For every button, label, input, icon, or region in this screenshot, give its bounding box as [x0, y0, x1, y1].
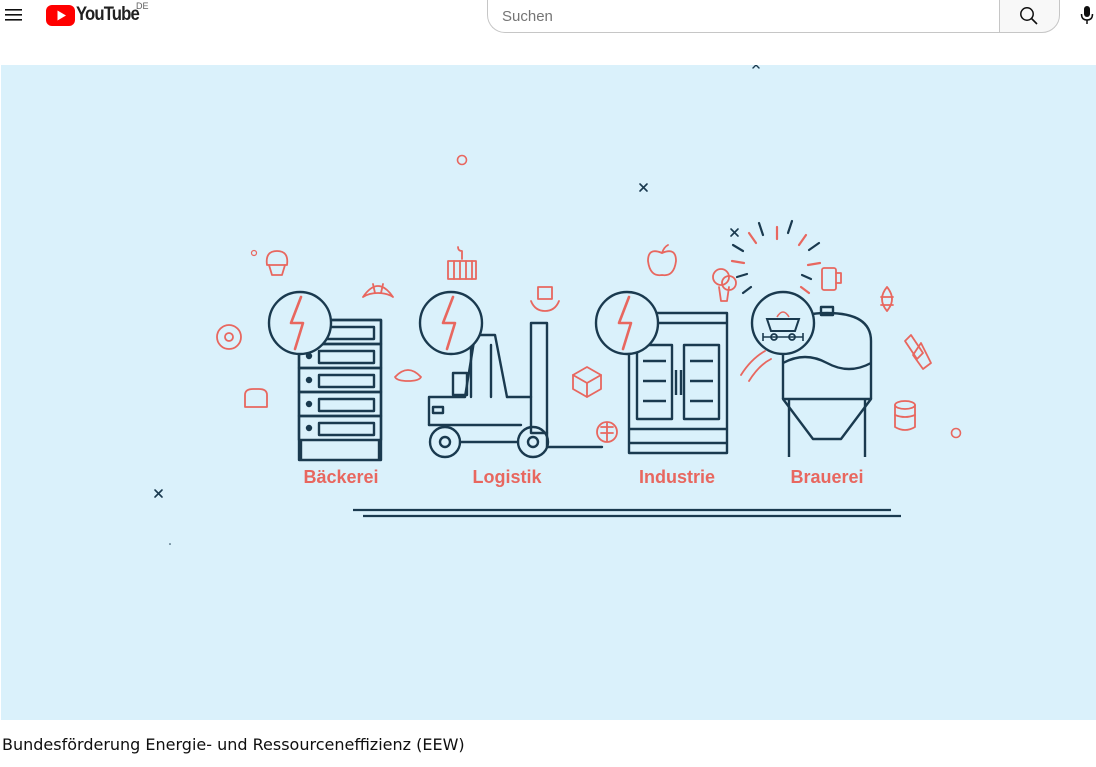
- label-brauerei: Brauerei: [790, 467, 863, 487]
- cart-icon: [750, 290, 816, 356]
- microphone-icon: [1080, 6, 1094, 24]
- logo-text: YouTube: [76, 4, 140, 25]
- country-code: DE: [136, 1, 149, 11]
- video-illustration: Bäckerei Logistik Industrie Brauerei: [154, 65, 962, 545]
- video-player[interactable]: Bäckerei Logistik Industrie Brauerei: [1, 65, 1096, 720]
- video-title: Bundesförderung Energie- und Ressourcene…: [2, 735, 465, 754]
- label-logistik: Logistik: [472, 467, 542, 487]
- youtube-logo[interactable]: YouTube: [46, 4, 147, 26]
- sunburst-decor: [730, 219, 822, 295]
- lightning-icon: [418, 290, 484, 356]
- youtube-play-icon: [46, 4, 75, 26]
- search-button[interactable]: [999, 0, 1060, 33]
- label-baeckerei: Bäckerei: [303, 467, 378, 487]
- search-box: [487, 0, 999, 33]
- lightning-icon: [594, 290, 660, 356]
- label-industrie: Industrie: [639, 467, 715, 487]
- masthead: YouTube DE: [0, 0, 1096, 40]
- hamburger-menu-icon[interactable]: [2, 4, 24, 26]
- search-icon: [1020, 7, 1038, 25]
- voice-search-button[interactable]: [1078, 4, 1096, 26]
- lightning-icon: [267, 290, 333, 356]
- search-input[interactable]: [502, 7, 982, 25]
